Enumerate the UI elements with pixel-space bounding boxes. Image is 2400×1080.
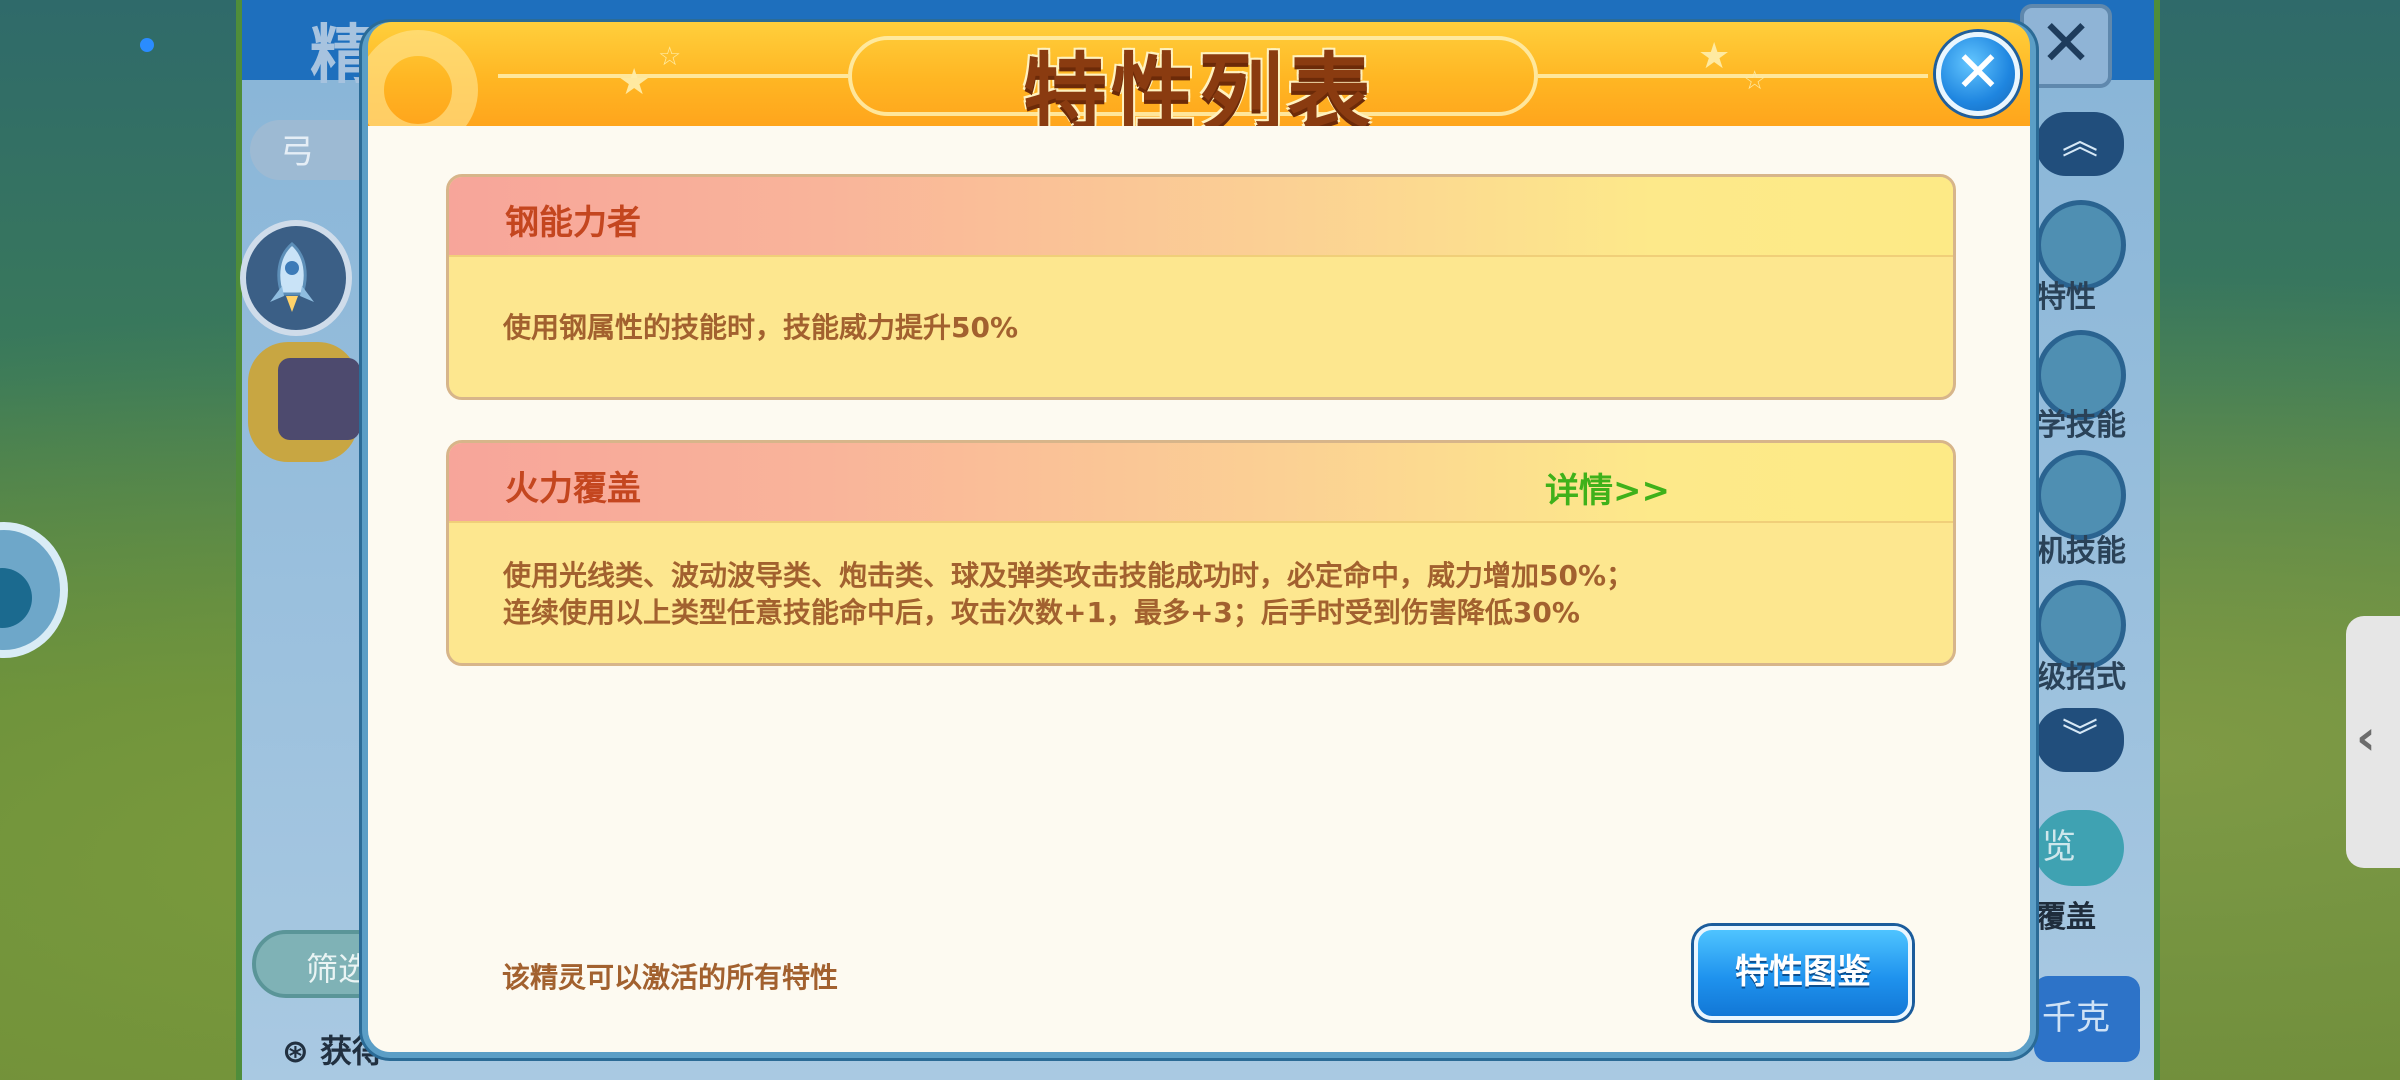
right-menu-label-learn: 学技能	[2036, 408, 2126, 443]
trait-detail-link[interactable]: 详情>>	[1545, 463, 1670, 512]
close-icon[interactable]: ✕	[1936, 32, 2020, 116]
chevron-left-icon[interactable]: ‹	[2356, 710, 2376, 766]
trait-description-line: 使用光线类、波动波导类、炮击类、球及弹类攻击技能成功时，必定命中，威力增加50%…	[503, 559, 1635, 592]
trait-description-line: 连续使用以上类型任意技能命中后，攻击次数+1，最多+3；后手时受到伤害降低30%	[503, 596, 1580, 629]
rocket-icon	[270, 242, 314, 312]
trait-codex-button[interactable]: 特性图鉴	[1694, 926, 1912, 1020]
dialog-header: ★ ☆ ★ ☆ 特性列表	[368, 22, 2030, 126]
filter-label: 筛选	[306, 950, 371, 988]
spirit-thumbnail	[278, 358, 360, 440]
right-menu-label-move: 级招式	[2036, 660, 2126, 695]
trait-name: 火力覆盖	[505, 469, 641, 509]
right-menu-label-machine: 机技能	[2036, 534, 2126, 569]
scroll-up-button[interactable]: ︽	[2036, 112, 2124, 176]
trait-description: 使用光线类、波动波导类、炮击类、球及弹类攻击技能成功时，必定命中，威力增加50%…	[449, 523, 1953, 631]
cover-label: 覆盖	[2036, 900, 2096, 935]
dialog-title: 特性列表	[1022, 44, 1375, 126]
indicator-dot	[140, 38, 154, 52]
trait-card-fire-coverage: 火力覆盖 详情>> 使用光线类、波动波导类、炮击类、球及弹类攻击技能成功时，必定…	[446, 440, 1956, 666]
trait-name: 钢能力者	[505, 203, 641, 243]
trait-card-header: 钢能力者	[449, 177, 1953, 257]
trait-description-line: 使用钢属性的技能时，技能威力提升50%	[503, 311, 1019, 344]
dialog-footer-text: 该精灵可以激活的所有特性	[502, 961, 839, 994]
trait-card-header: 火力覆盖 详情>>	[449, 443, 1953, 523]
right-menu-label-trait: 特性	[2036, 280, 2096, 315]
blue-action-button[interactable]: 千克	[2034, 976, 2140, 1062]
scroll-down-button[interactable]: ︾	[2036, 708, 2124, 772]
trait-card-steel-ability: 钢能力者 使用钢属性的技能时，技能威力提升50%	[446, 174, 1956, 400]
overview-button[interactable]: 览	[2034, 810, 2124, 886]
codex-search-text: 弓	[280, 132, 314, 172]
trait-description: 使用钢属性的技能时，技能威力提升50%	[449, 257, 1953, 346]
